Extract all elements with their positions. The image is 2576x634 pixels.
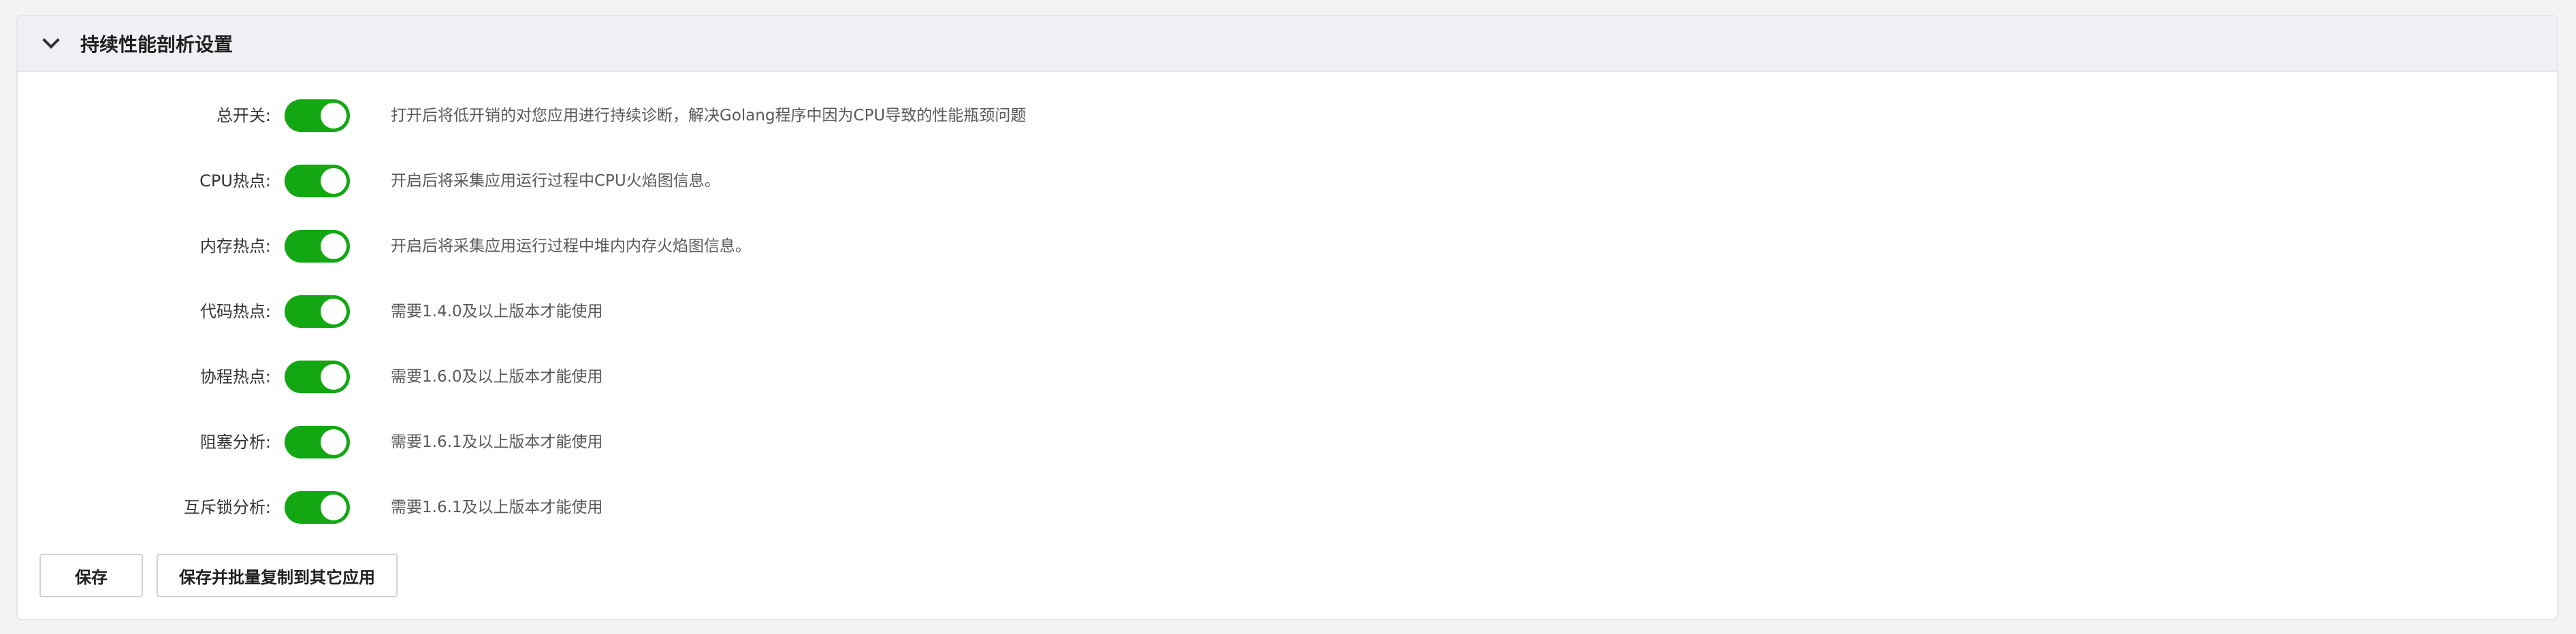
setting-label: 阻塞分析: xyxy=(199,433,271,452)
setting-label: 总开关: xyxy=(216,106,271,125)
mutex-analysis-toggle[interactable] xyxy=(285,491,350,524)
setting-description: 需要1.6.0及以上版本才能使用 xyxy=(391,368,603,386)
setting-description: 需要1.4.0及以上版本才能使用 xyxy=(391,303,603,320)
setting-row-cpu-hotspot: CPU热点: 开启后将采集应用运行过程中CPU火焰图信息。 xyxy=(18,162,2557,200)
chevron-down-icon[interactable] xyxy=(42,31,60,49)
toggle-knob xyxy=(321,495,347,520)
setting-label: CPU热点: xyxy=(199,171,271,190)
setting-description: 需要1.6.1及以上版本才能使用 xyxy=(391,499,603,516)
setting-row-memory-hotspot: 内存热点: 开启后将采集应用运行过程中堆内内存火焰图信息。 xyxy=(18,227,2557,265)
toggle-knob xyxy=(321,299,347,324)
toggle-knob xyxy=(321,233,347,259)
panel-header[interactable]: 持续性能剖析设置 xyxy=(18,16,2557,72)
panel-title: 持续性能剖析设置 xyxy=(80,33,234,56)
setting-description: 打开后将低开销的对您应用进行持续诊断，解决Golang程序中因为CPU导致的性能… xyxy=(391,107,1027,124)
toggle-knob xyxy=(321,168,347,194)
setting-row-master-switch: 总开关: 打开后将低开销的对您应用进行持续诊断，解决Golang程序中因为CPU… xyxy=(18,97,2557,135)
save-and-copy-button[interactable]: 保存并批量复制到其它应用 xyxy=(157,554,398,597)
setting-description: 开启后将采集应用运行过程中堆内内存火焰图信息。 xyxy=(391,237,751,255)
save-button[interactable]: 保存 xyxy=(39,554,143,597)
block-analysis-toggle[interactable] xyxy=(285,426,350,458)
setting-row-goroutine-hotspot: 协程热点: 需要1.6.0及以上版本才能使用 xyxy=(18,358,2557,396)
goroutine-hotspot-toggle[interactable] xyxy=(285,361,350,393)
cpu-hotspot-toggle[interactable] xyxy=(285,165,350,197)
setting-label: 互斥锁分析: xyxy=(183,498,271,517)
setting-row-block-analysis: 阻塞分析: 需要1.6.1及以上版本才能使用 xyxy=(18,423,2557,461)
toggle-knob xyxy=(321,429,347,455)
setting-label: 代码热点: xyxy=(199,302,271,321)
setting-row-mutex-analysis: 互斥锁分析: 需要1.6.1及以上版本才能使用 xyxy=(18,488,2557,527)
setting-description: 开启后将采集应用运行过程中CPU火焰图信息。 xyxy=(391,172,720,190)
memory-hotspot-toggle[interactable] xyxy=(285,230,350,263)
setting-description: 需要1.6.1及以上版本才能使用 xyxy=(391,433,603,451)
profiling-settings-panel: 持续性能剖析设置 总开关: 打开后将低开销的对您应用进行持续诊断，解决Golan… xyxy=(16,15,2558,620)
code-hotspot-toggle[interactable] xyxy=(285,295,350,328)
setting-row-code-hotspot: 代码热点: 需要1.4.0及以上版本才能使用 xyxy=(18,293,2557,331)
toggle-knob xyxy=(321,364,347,390)
toggle-knob xyxy=(321,103,347,129)
setting-label: 内存热点: xyxy=(199,237,271,256)
master-switch-toggle[interactable] xyxy=(285,99,350,132)
setting-label: 协程热点: xyxy=(199,367,271,386)
